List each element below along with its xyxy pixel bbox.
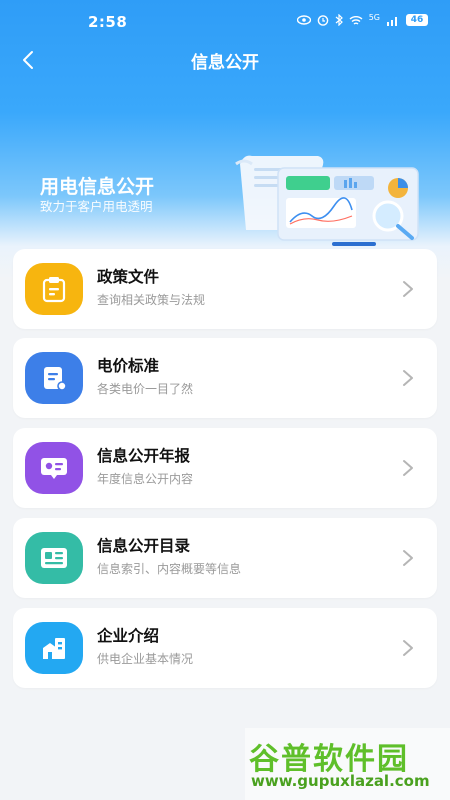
- chevron-right-icon: [403, 550, 413, 566]
- chevron-right-icon: [403, 640, 413, 656]
- card-title: 信息公开年报: [97, 447, 191, 465]
- card-description: 年度信息公开内容: [97, 472, 194, 486]
- card-description: 供电企业基本情况: [97, 652, 194, 666]
- card-icon-bg: [25, 442, 83, 494]
- card-description: 查询相关政策与法规: [97, 293, 206, 307]
- watermark-url: www.gupuxlazal.com: [251, 772, 430, 790]
- banner-illustration: [235, 155, 419, 246]
- card-title: 政策文件: [97, 268, 160, 286]
- card-title: 电价标准: [97, 357, 160, 375]
- watermark: 谷普软件园 www.gupuxlazal.com: [245, 728, 450, 800]
- catalog-icon: [41, 548, 67, 568]
- card-icon-bg: [25, 532, 83, 584]
- network-label: 5G: [368, 12, 380, 22]
- card-policy-documents[interactable]: 政策文件 查询相关政策与法规: [13, 249, 437, 329]
- document-icon: [44, 367, 67, 391]
- card-info-catalog[interactable]: 信息公开目录 信息索引、内容概要等信息: [13, 518, 437, 598]
- card-annual-report[interactable]: 信息公开年报 年度信息公开内容: [13, 428, 437, 508]
- banner-title: 用电信息公开: [40, 176, 155, 198]
- bluetooth-icon: [335, 14, 343, 26]
- card-description: 信息索引、内容概要等信息: [97, 562, 242, 576]
- nav-bar: 信息公开: [0, 44, 450, 76]
- battery-indicator: 46: [406, 14, 428, 26]
- alarm-icon: [317, 15, 329, 26]
- clipboard-icon: [42, 277, 66, 303]
- signal-icon: [387, 16, 397, 26]
- card-title: 企业介绍: [97, 627, 160, 645]
- chevron-right-icon: [403, 370, 413, 386]
- card-title: 信息公开目录: [97, 537, 191, 555]
- status-icons: 5G 46: [296, 12, 428, 26]
- status-time: 2:58: [88, 13, 128, 31]
- card-company-intro[interactable]: 企业介绍 供电企业基本情况: [13, 608, 437, 688]
- chevron-right-icon: [403, 281, 413, 297]
- banner-subtitle: 致力于客户用电透明: [40, 199, 153, 214]
- status-bar: 2:58 5G 46: [0, 0, 450, 44]
- eye-icon: [296, 15, 311, 25]
- wifi-icon: [349, 15, 363, 25]
- presentation-icon: [41, 458, 67, 479]
- card-icon-bg: [25, 622, 83, 674]
- card-electricity-price[interactable]: 电价标准 各类电价一目了然: [13, 338, 437, 418]
- building-icon: [43, 638, 65, 659]
- page-title: 信息公开: [191, 53, 259, 73]
- card-icon-bg: [25, 352, 83, 404]
- card-icon-bg: [25, 263, 83, 315]
- chevron-right-icon: [403, 460, 413, 476]
- card-description: 各类电价一目了然: [97, 382, 194, 396]
